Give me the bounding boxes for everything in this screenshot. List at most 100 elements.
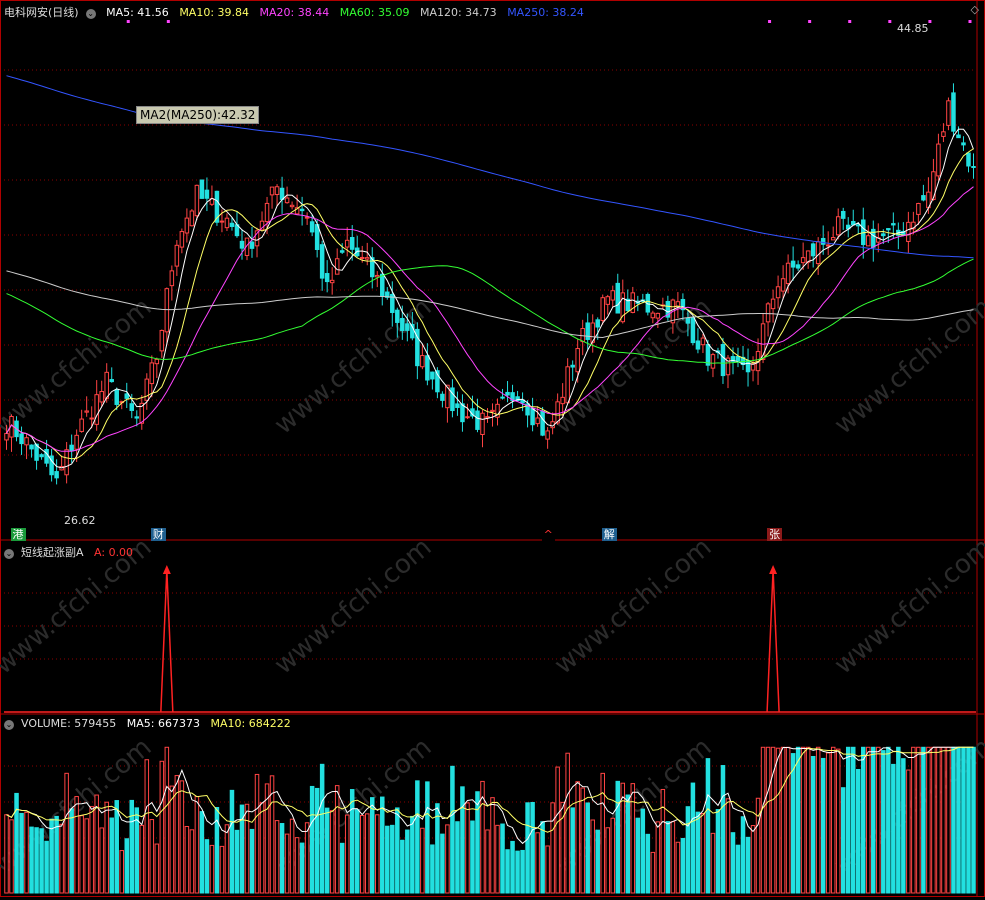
volume-bar (405, 829, 410, 894)
volume-bar (104, 801, 109, 894)
candle-body (921, 195, 926, 201)
candle-body (425, 355, 430, 381)
candle-body (159, 329, 165, 352)
volume-header: ⌄ VOLUME: 579455 MA5: 667373 MA10: 684222 (4, 717, 298, 730)
volume-bar (535, 832, 540, 894)
volume-bar (871, 746, 876, 894)
volume-bar (866, 746, 871, 894)
stock-title[interactable]: 电科网安(日线) (4, 6, 79, 19)
event-tag[interactable]: 财 (150, 528, 166, 541)
volume-bar (69, 808, 74, 894)
volume-bar (179, 780, 185, 894)
volume-bar (635, 817, 641, 894)
volume-bar (876, 746, 881, 894)
collapse-icon[interactable]: ⌄ (4, 549, 14, 559)
volume-bar (124, 838, 130, 894)
candle-body (595, 319, 600, 328)
event-tag[interactable]: ^ (541, 528, 555, 541)
candle-body (279, 187, 285, 200)
candle-body (364, 257, 370, 260)
volume-bar (795, 746, 801, 894)
volume-bar (109, 817, 114, 894)
candle-body (585, 322, 590, 340)
candle-body (800, 257, 806, 264)
indicator-name[interactable]: 短线起涨副A (21, 546, 84, 559)
candle-body (575, 348, 580, 373)
event-tag[interactable]: 解 (601, 528, 617, 541)
volume-bar (314, 787, 320, 894)
candle-body (79, 418, 84, 432)
low-price-label: 26.62 (64, 514, 96, 527)
volume-bar (94, 794, 99, 894)
volume-bar (244, 803, 250, 894)
price-chart: www.cfchi.com www.cfchi.com www.cfchi.com w… (0, 0, 985, 897)
volume-bar (390, 824, 395, 894)
candle-body (264, 202, 270, 223)
volume-bar (835, 748, 841, 894)
volume-bar (435, 803, 440, 894)
volume-bar (209, 844, 215, 894)
candle-body (881, 233, 886, 237)
candle-body (249, 241, 255, 249)
volume-bar (375, 814, 380, 894)
volume-bar (850, 746, 856, 894)
candle-body (946, 100, 951, 126)
signal-dot (768, 20, 772, 23)
candle-body (144, 378, 150, 401)
candle-body (54, 471, 59, 479)
volume-bar (24, 811, 29, 894)
volume-bar (219, 845, 225, 894)
candle-body (174, 244, 180, 267)
candle-body (966, 152, 971, 167)
candle-body (289, 204, 295, 208)
volume-label[interactable]: VOLUME: 579455 (21, 717, 116, 730)
diamond-icon[interactable]: ◇ (971, 3, 979, 16)
volume-bar (425, 781, 430, 894)
volume-bar (735, 844, 741, 894)
candle-body (605, 296, 610, 305)
signal-dot (848, 20, 852, 23)
volume-bar (500, 823, 505, 894)
volume-bar (510, 840, 515, 894)
volume-bar (675, 841, 681, 894)
candle-body (69, 444, 74, 452)
volume-bar (750, 825, 756, 894)
volume-bar (485, 829, 490, 894)
signal-dot (968, 20, 972, 23)
candle-body (936, 143, 941, 177)
event-tag[interactable]: 张 (767, 528, 783, 541)
candle-body (600, 297, 605, 321)
candle-body (24, 437, 29, 446)
volume-bar (650, 851, 656, 894)
high-price-label: 44.85 (897, 22, 929, 35)
volume-bar (289, 818, 295, 894)
candle-body (956, 134, 961, 139)
volume-bar (570, 807, 575, 894)
ma-line-120 (6, 270, 974, 339)
volume-bar (911, 746, 916, 894)
volume-bar (820, 757, 826, 894)
event-tag[interactable]: 港 (10, 528, 26, 541)
volume-bar (600, 772, 605, 894)
volume-bar (440, 833, 445, 894)
volume-bar (139, 824, 145, 894)
volume-bar (49, 818, 54, 894)
candle-body (229, 222, 235, 228)
volume-bar (309, 785, 315, 894)
candle-body (560, 396, 565, 405)
volume-bar (645, 833, 651, 894)
volume-bar (690, 782, 696, 894)
candle-body (319, 244, 325, 279)
collapse-icon[interactable]: ⌄ (4, 720, 14, 730)
volume-bar (520, 849, 525, 894)
volume-bar (715, 809, 721, 894)
volume-bar (550, 802, 555, 894)
volume-bar (540, 821, 545, 894)
candle-body (820, 237, 826, 245)
collapse-icon[interactable]: ⌄ (85, 9, 96, 19)
volume-bar (545, 845, 550, 894)
candle-body (344, 239, 350, 248)
indicator-value: A: 0.00 (94, 546, 134, 559)
candle-body (420, 355, 425, 368)
candle-body (99, 391, 104, 403)
